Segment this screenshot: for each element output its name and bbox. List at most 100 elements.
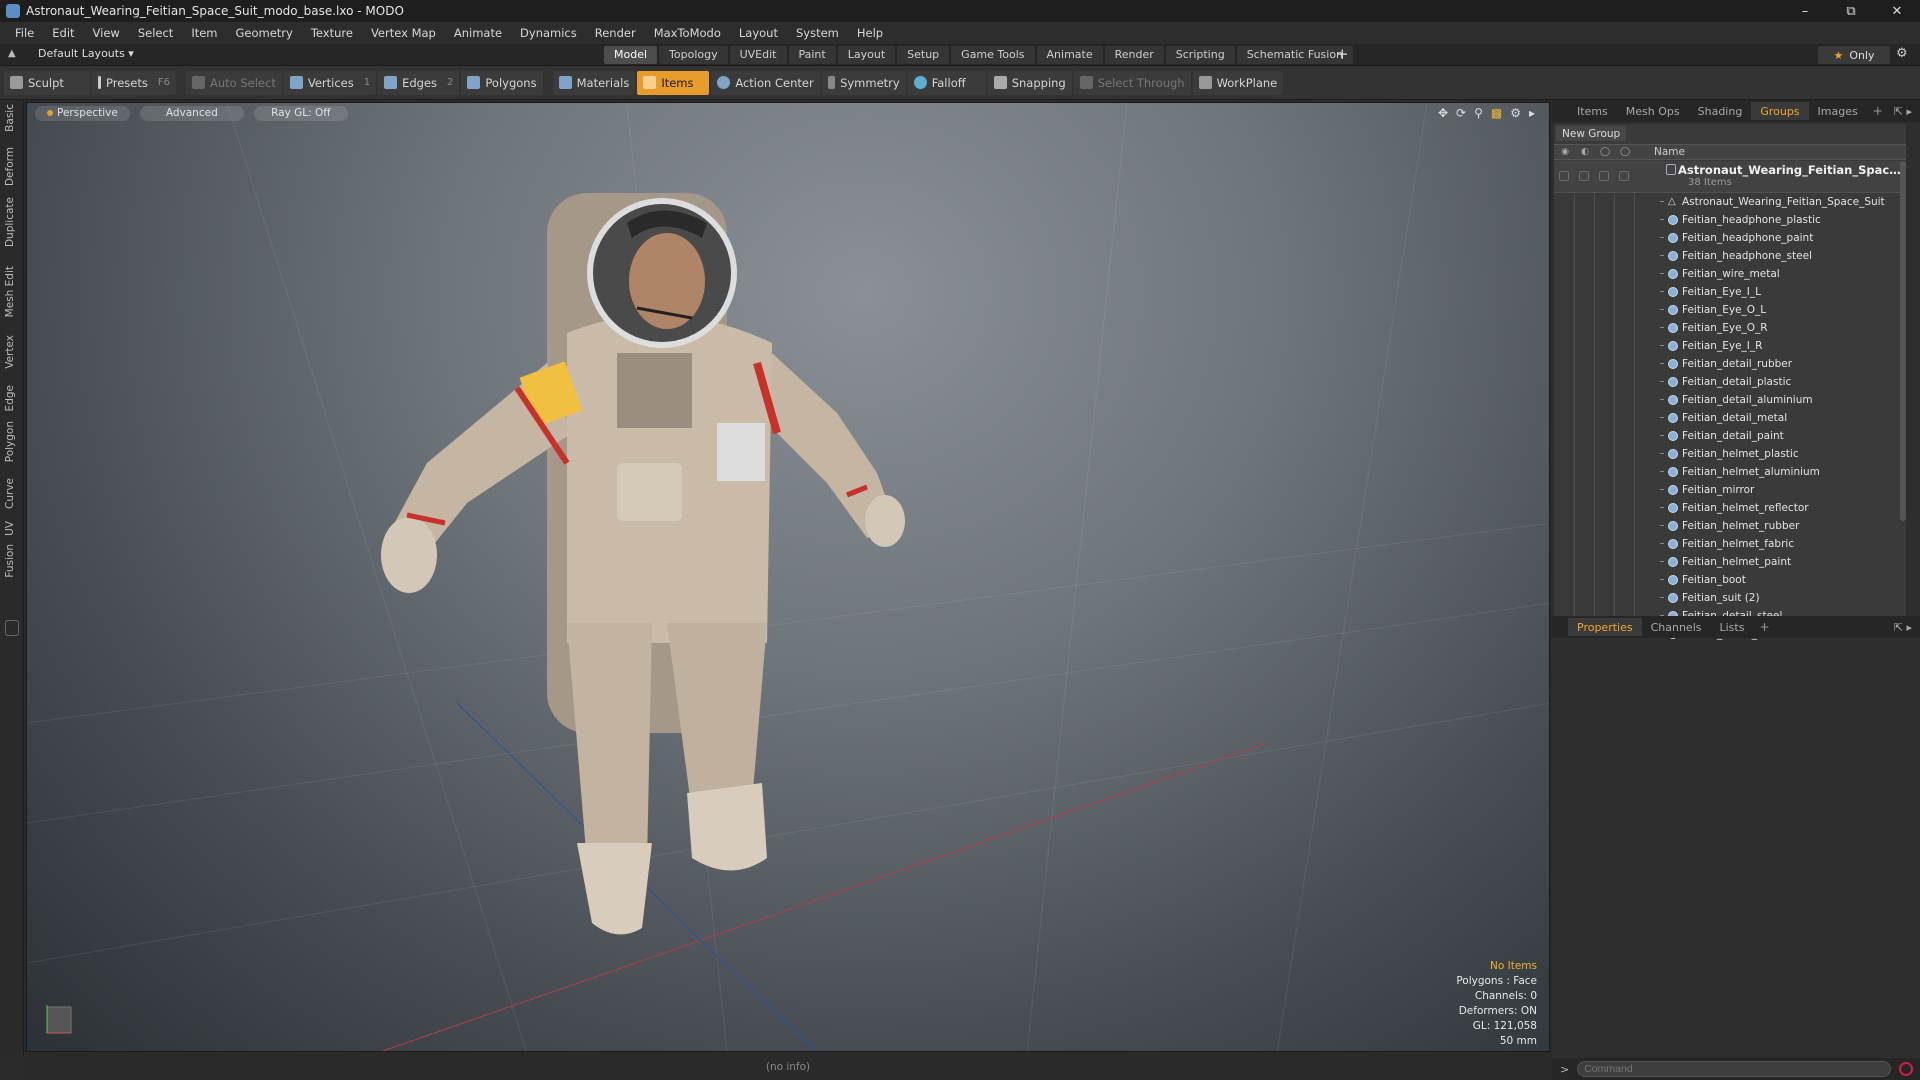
tab-topology[interactable]: Topology (659, 46, 728, 64)
polygons-button[interactable]: Polygons (461, 70, 543, 95)
list-item[interactable]: Feitian_helmet_plastic (1554, 445, 1906, 463)
name-column-header[interactable]: Name (1654, 146, 1685, 158)
edges-button[interactable]: Edges 2 (378, 70, 460, 95)
menu-maxtomodo[interactable]: MaxToModo (645, 26, 730, 40)
menu-item[interactable]: Item (182, 26, 226, 40)
tab-render[interactable]: Render (1104, 46, 1164, 64)
list-item[interactable]: Feitian_headphone_steel (1554, 247, 1906, 265)
zoom-icon[interactable]: ⚲ (1474, 106, 1483, 120)
record-icon[interactable] (1899, 1062, 1914, 1076)
list-item[interactable]: Feitian_detail_rubber (1554, 355, 1906, 373)
menu-geometry[interactable]: Geometry (227, 26, 302, 40)
minimize-button[interactable]: – (1782, 0, 1828, 22)
list-item[interactable]: Feitian_headphone_plastic (1554, 211, 1906, 229)
gear-icon[interactable]: ⚙ (1896, 46, 1908, 61)
list-item[interactable]: Feitian_Eye_I_R (1554, 337, 1906, 355)
tab-layout[interactable]: Layout (837, 46, 896, 64)
props-tab-channels[interactable]: Channels (1642, 618, 1711, 636)
list-item[interactable]: Feitian_boot (1554, 571, 1906, 589)
menu-edit[interactable]: Edit (43, 26, 83, 40)
left-tab-uv[interactable]: UV (4, 521, 16, 536)
restore-button[interactable]: ⧉ (1828, 0, 1874, 22)
menu-animate[interactable]: Animate (445, 26, 511, 40)
close-button[interactable]: ✕ (1874, 0, 1920, 22)
pan-icon[interactable]: ✥ (1438, 106, 1448, 120)
menu-help[interactable]: Help (848, 26, 892, 40)
viewport-settings-icon[interactable]: ⚙ (1510, 106, 1521, 120)
rotate-icon[interactable]: ⟳ (1456, 106, 1466, 120)
list-item-locator[interactable]: △ Astronaut_Wearing_Feitian_Space_Suit (1554, 193, 1906, 211)
menu-system[interactable]: System (787, 26, 848, 40)
vertices-button[interactable]: Vertices 1 (283, 70, 377, 95)
list-item[interactable]: Feitian_helmet_fabric (1554, 535, 1906, 553)
tab-game-tools[interactable]: Game Tools (951, 46, 1035, 64)
props-tab-expand-icon[interactable]: ⇱ ▸ (1894, 621, 1912, 634)
left-tab-fusion[interactable]: Fusion (4, 544, 16, 578)
sculpt-button[interactable]: Sculpt (4, 70, 90, 95)
add-layout-tab-button[interactable]: + (1336, 45, 1349, 63)
tab-uvedit[interactable]: UVEdit (729, 46, 787, 64)
left-tab-vertex[interactable]: Vertex (4, 335, 16, 369)
astronaut-model[interactable] (381, 193, 905, 935)
tab-scripting[interactable]: Scripting (1165, 46, 1235, 64)
render-column-icon[interactable]: ◐ (1578, 147, 1592, 158)
menu-view[interactable]: View (84, 26, 129, 40)
panel-tab-items[interactable]: Items (1568, 102, 1617, 120)
shading-button[interactable]: Advanced (139, 105, 244, 121)
list-item[interactable]: Feitian_mirror (1554, 481, 1906, 499)
list-item[interactable]: Feitian_Eye_O_R (1554, 319, 1906, 337)
left-tab-edge[interactable]: Edge (4, 385, 16, 411)
view-mode-button[interactable]: Perspective (35, 105, 130, 121)
layout-selector[interactable]: ▲ Default Layouts ▾ (8, 47, 134, 60)
list-item[interactable]: Feitian_helmet_paint (1554, 553, 1906, 571)
menu-texture[interactable]: Texture (302, 26, 362, 40)
panel-tab-mesh-ops[interactable]: Mesh Ops (1617, 102, 1689, 120)
panel-tab-images[interactable]: Images (1809, 102, 1867, 120)
left-tab-curve[interactable]: Curve (4, 478, 16, 509)
list-item[interactable]: Feitian_helmet_reflector (1554, 499, 1906, 517)
left-panel-toggle[interactable] (5, 620, 19, 636)
menu-file[interactable]: File (6, 26, 43, 40)
snapping-button[interactable]: Snapping (987, 70, 1072, 95)
group-row[interactable]: Astronaut_Wearing_Feitian_Space_Suit 38 … (1554, 161, 1906, 193)
materials-button[interactable]: Materials (552, 70, 636, 95)
menu-select[interactable]: Select (129, 26, 182, 40)
panel-tab-groups[interactable]: Groups (1751, 102, 1809, 120)
list-item[interactable]: Feitian_headphone_paint (1554, 229, 1906, 247)
menu-dynamics[interactable]: Dynamics (511, 26, 586, 40)
tab-model[interactable]: Model (604, 46, 658, 64)
list-item[interactable]: Feitian_helmet_rubber (1554, 517, 1906, 535)
props-tab-lists[interactable]: Lists (1711, 618, 1754, 636)
list-item[interactable]: Feitian_helmet_aluminium (1554, 463, 1906, 481)
visibility-column-icon[interactable]: ◉ (1558, 147, 1572, 158)
left-tab-mesh-edit[interactable]: Mesh Edit (4, 266, 16, 317)
raygl-button[interactable]: Ray GL: Off (253, 105, 348, 121)
list-item[interactable]: Feitian_detail_plastic (1554, 373, 1906, 391)
only-toggle[interactable]: ★ Only (1818, 46, 1890, 64)
tab-animate[interactable]: Animate (1036, 46, 1103, 64)
symmetry-button[interactable]: Symmetry (821, 70, 906, 95)
list-item[interactable]: Feitian_Eye_O_L (1554, 301, 1906, 319)
list-item[interactable]: Feitian_wire_metal (1554, 265, 1906, 283)
select-toggle-icon[interactable] (1619, 171, 1629, 181)
render-toggle-icon[interactable] (1579, 171, 1589, 181)
presets-button[interactable]: Presets F6 (92, 70, 176, 95)
3d-viewport[interactable]: Perspective Advanced Ray GL: Off ✥ ⟳ ⚲ ▩… (26, 102, 1550, 1052)
left-tab-polygon[interactable]: Polygon (4, 421, 16, 462)
lock-column-icon[interactable]: ◯ (1598, 147, 1612, 158)
list-item[interactable]: Feitian_detail_paint (1554, 427, 1906, 445)
lock-toggle-icon[interactable] (1599, 171, 1609, 181)
command-input[interactable] (1577, 1061, 1892, 1077)
panel-tab-add-button[interactable]: + (1873, 104, 1883, 118)
eye-icon[interactable] (1559, 171, 1569, 181)
props-tab-add-button[interactable]: + (1759, 620, 1769, 634)
menu-vertex-map[interactable]: Vertex Map (362, 26, 445, 40)
list-scrollbar[interactable] (1900, 161, 1906, 521)
new-group-button[interactable]: New Group (1556, 126, 1627, 141)
panel-tab-expand-icon[interactable]: ⇱ ▸ (1894, 105, 1912, 118)
select-through-button[interactable]: Select Through (1073, 70, 1191, 95)
tab-setup[interactable]: Setup (897, 46, 950, 64)
auto-select-button[interactable]: Auto Select (186, 70, 282, 95)
workplane-button[interactable]: WorkPlane (1192, 70, 1284, 95)
fit-icon[interactable]: ▩ (1491, 106, 1502, 120)
